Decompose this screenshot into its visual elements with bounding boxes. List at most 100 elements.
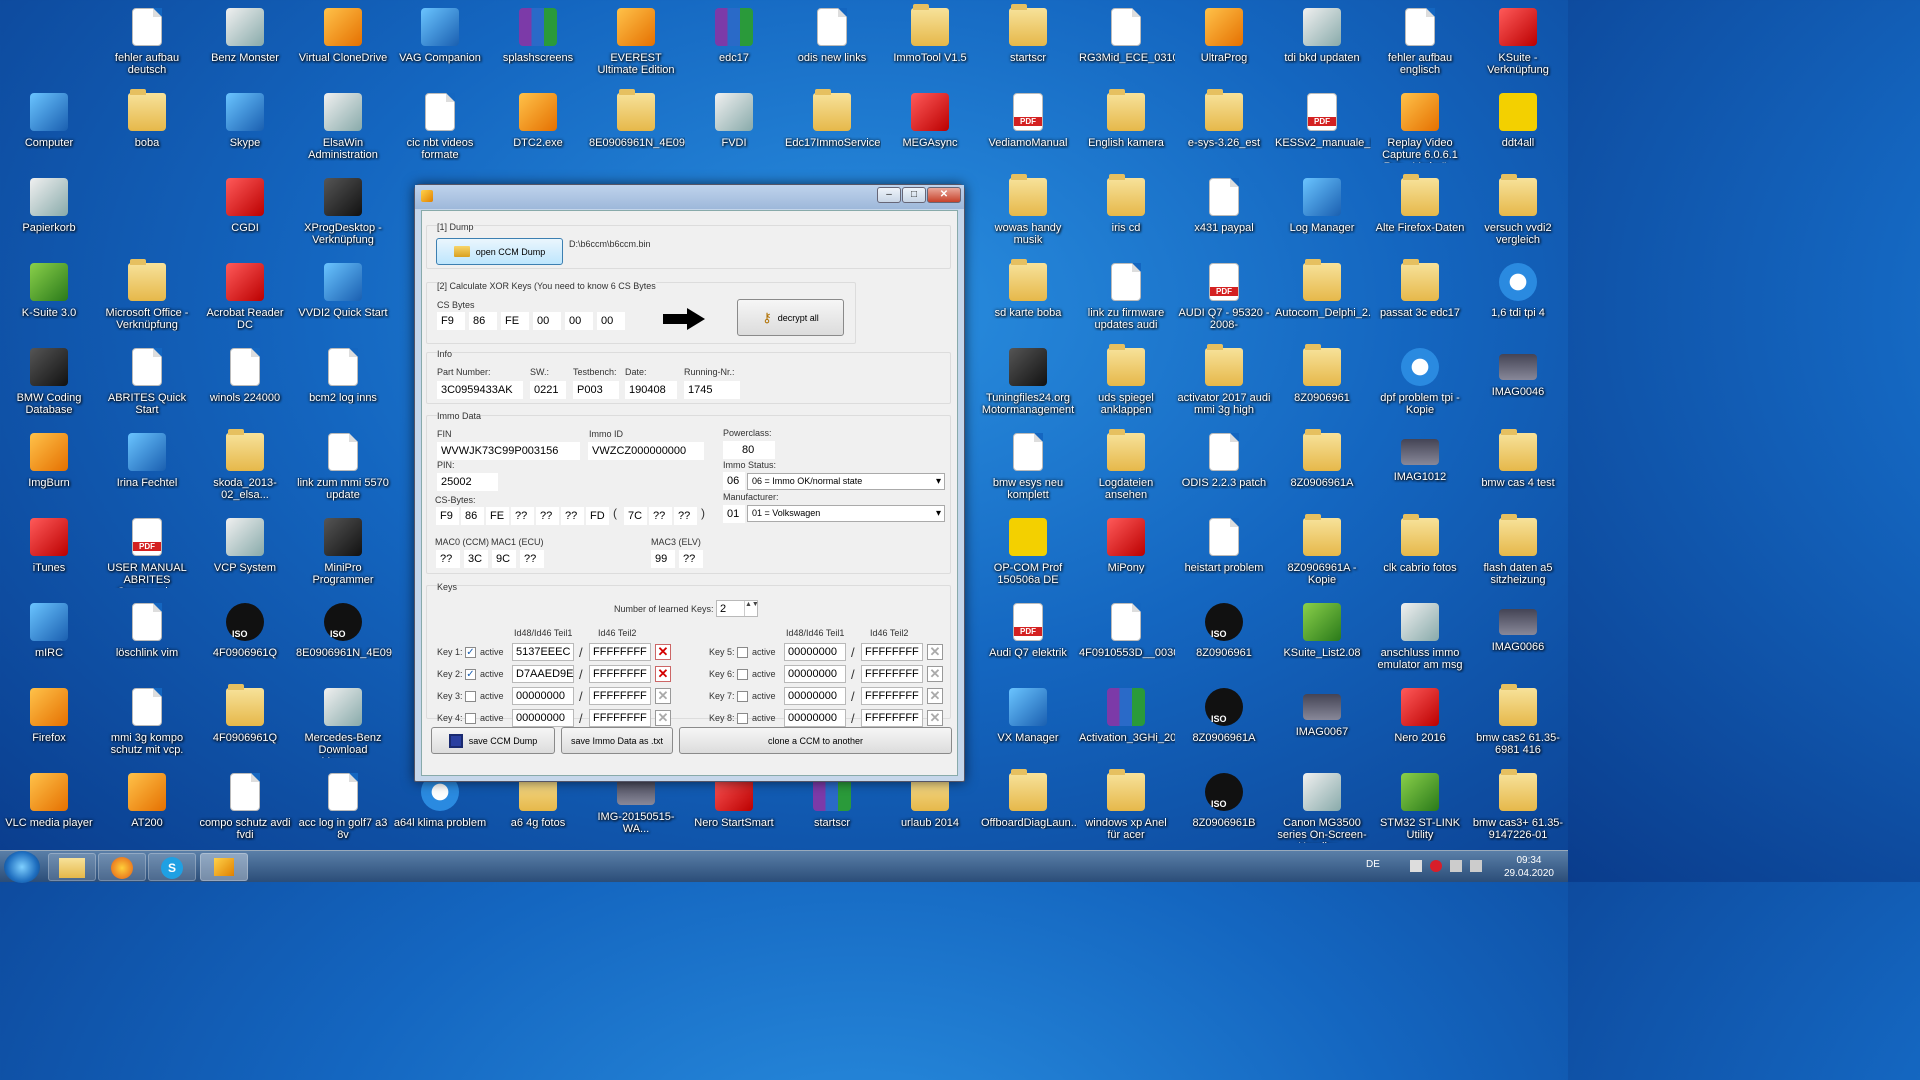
mac3-byte-field[interactable]: ?? (679, 550, 703, 568)
desktop-icon[interactable]: Papierkorb (0, 174, 98, 259)
key-teil2-field[interactable]: FFFFFFFF (589, 709, 651, 727)
desktop-icon[interactable]: VX Manager (979, 684, 1077, 769)
desktop-icon[interactable]: 8E0906961N_4E090... (294, 599, 392, 684)
delete-key-icon[interactable]: ✕ (655, 688, 671, 704)
desktop-icon[interactable]: heistart problem (1175, 514, 1273, 599)
key-teil2-field[interactable]: FFFFFFFF (861, 665, 923, 683)
cs-byte-field[interactable]: F9 (437, 312, 465, 330)
desktop-icon[interactable]: AUDI Q7 - 95320 - 2008- (1175, 259, 1273, 344)
network-tray-icon[interactable] (1450, 860, 1462, 872)
immo-cs-byte-field[interactable]: ?? (561, 507, 584, 525)
desktop-icon[interactable]: link zum mmi 5570 update (294, 429, 392, 514)
cs-byte-field[interactable]: 00 (565, 312, 593, 330)
desktop-icon[interactable]: IMAG0067 (1273, 684, 1371, 769)
fin-field[interactable]: WVWJK73C99P003156 (437, 442, 580, 460)
key-teil1-field[interactable]: 00000000 (784, 643, 846, 661)
immo-cs-byte-field[interactable]: ?? (536, 507, 559, 525)
desktop-icon[interactable]: Skype (196, 89, 294, 174)
immo-status-code[interactable]: 06 (723, 472, 745, 490)
desktop-icon[interactable]: Edc17ImmoService.... (783, 89, 881, 174)
explorer-taskbar-icon[interactable] (48, 853, 96, 881)
desktop-icon[interactable]: English kamera (1077, 89, 1175, 174)
desktop-icon[interactable]: ABRITES Quick Start (98, 344, 196, 429)
mac-byte-field[interactable]: ?? (520, 550, 544, 568)
desktop-icon[interactable]: OP-COM Prof 150506a DE (979, 514, 1077, 599)
desktop-icon[interactable]: 4F0906961Q (196, 684, 294, 769)
desktop-icon[interactable]: mmi 3g kompo schutz mit vcp. (98, 684, 196, 769)
mac-byte-field[interactable]: 9C (492, 550, 516, 568)
key-active-checkbox[interactable]: ✓ (465, 669, 476, 680)
manufacturer-code[interactable]: 01 (723, 505, 745, 523)
key-active-checkbox[interactable] (737, 713, 748, 724)
desktop-icon[interactable]: 8Z0906961A - Kopie (1273, 514, 1371, 599)
desktop-icon[interactable]: fehler aufbau englisch (1371, 4, 1469, 89)
desktop-icon[interactable]: VAG Companion (391, 4, 489, 89)
desktop-icon[interactable]: KSuite_List2.08 (1273, 599, 1371, 684)
key-teil1-field[interactable]: 00000000 (512, 687, 574, 705)
desktop-icon[interactable]: 8Z0906961A (1175, 684, 1273, 769)
mac-byte-field[interactable]: ?? (436, 550, 460, 568)
desktop-icon[interactable]: sd karte boba (979, 259, 1077, 344)
desktop-icon[interactable]: x431 paypal (1175, 174, 1273, 259)
desktop-icon[interactable]: Canon MG3500 series On-Screen-Handbu... (1273, 769, 1371, 854)
desktop-icon[interactable]: Activation_3GHi_20... (1077, 684, 1175, 769)
desktop-icon[interactable]: Nero 2016 (1371, 684, 1469, 769)
desktop-icon[interactable]: link zu firmware updates audi (1077, 259, 1175, 344)
desktop-icon[interactable]: MEGAsync (881, 89, 979, 174)
key-teil1-field[interactable]: 00000000 (784, 665, 846, 683)
desktop-icon[interactable]: bmw cas3+ 61.35-9147226-01 (1469, 769, 1567, 854)
desktop-icon[interactable]: Tuningfiles24.org Motormanagement (979, 344, 1077, 429)
desktop-icon[interactable]: iris cd (1077, 174, 1175, 259)
immo-cs-byte-field[interactable]: ?? (674, 507, 697, 525)
save-immo-data-button[interactable]: save Immo Data as .txt (561, 727, 673, 754)
desktop-icon[interactable]: ODIS 2.2.3 patch (1175, 429, 1273, 514)
desktop-icon[interactable]: IMAG0066 (1469, 599, 1567, 684)
desktop-icon[interactable]: bmw esys neu komplett (979, 429, 1077, 514)
delete-key-icon[interactable]: ✕ (655, 710, 671, 726)
immo-cs-byte-field[interactable]: ?? (649, 507, 672, 525)
close-button[interactable]: ✕ (927, 187, 961, 203)
immo-status-select[interactable]: 06 = Immo OK/normal state (747, 473, 945, 490)
title-bar[interactable]: ‒ □ ✕ (415, 185, 964, 209)
desktop-icon[interactable]: odis new links (783, 4, 881, 89)
desktop-icon[interactable]: Microsoft Office - Verknüpfung (98, 259, 196, 344)
sw-field[interactable]: 0221 (530, 381, 566, 399)
key-teil2-field[interactable]: FFFFFFFF (861, 687, 923, 705)
desktop-icon[interactable]: Logdateien ansehen (1077, 429, 1175, 514)
desktop-icon[interactable]: Audi Q7 elektrik (979, 599, 1077, 684)
delete-key-icon[interactable]: ✕ (655, 644, 671, 660)
desktop-icon[interactable]: anschluss immo emulator am msg ... (1371, 599, 1469, 684)
desktop-icon[interactable]: passat 3c edc17 (1371, 259, 1469, 344)
cs-byte-field[interactable]: 00 (533, 312, 561, 330)
desktop-icon[interactable]: ImgBurn (0, 429, 98, 514)
desktop-icon[interactable]: bmw cas2 61.35-6981 416 (1469, 684, 1567, 769)
key-teil2-field[interactable]: FFFFFFFF (589, 687, 651, 705)
maximize-button[interactable]: □ (902, 187, 926, 203)
desktop-icon[interactable]: tdi bkd updaten (1273, 4, 1371, 89)
desktop-icon[interactable]: MiniPro Programmer (294, 514, 392, 599)
spinner-arrows-icon[interactable]: ▲▼ (744, 601, 759, 616)
desktop-icon[interactable]: DTC2.exe (489, 89, 587, 174)
desktop-icon[interactable]: Computer (0, 89, 98, 174)
desktop-icon[interactable]: dpf problem tpi - Kopie (1371, 344, 1469, 429)
desktop-icon[interactable]: splashscreens (489, 4, 587, 89)
desktop-icon[interactable]: VVDI2 Quick Start (294, 259, 392, 344)
desktop-icon[interactable]: versuch vvdi2 vergleich (1469, 174, 1567, 259)
desktop-icon[interactable]: 4F0910553D__0030.... (1077, 599, 1175, 684)
desktop-icon[interactable]: wowas handy musik (979, 174, 1077, 259)
mac3-byte-field[interactable]: 99 (651, 550, 675, 568)
desktop-icon[interactable]: IMAG1012 (1371, 429, 1469, 514)
desktop-icon[interactable]: IMAG0046 (1469, 344, 1567, 429)
key-teil1-field[interactable]: D7AAED9E (512, 665, 574, 683)
desktop-icon[interactable]: RG3Mid_ECE_0310.... (1077, 4, 1175, 89)
desktop-icon[interactable]: windows xp Anel für acer (1077, 769, 1175, 854)
key-active-checkbox[interactable] (737, 669, 748, 680)
clock[interactable]: 09:34 29.04.2020 (1504, 854, 1554, 880)
desktop-icon[interactable]: ddt4all (1469, 89, 1567, 174)
clone-ccm-button[interactable]: clone a CCM to another (679, 727, 952, 754)
desktop-icon[interactable]: mIRC (0, 599, 98, 684)
desktop-icon[interactable]: 1,6 tdi tpi 4 (1469, 259, 1567, 344)
skype-taskbar-icon[interactable]: S (148, 853, 196, 881)
part-number-field[interactable]: 3C0959433AK (437, 381, 523, 399)
desktop-icon[interactable]: 8Z0906961 (1273, 344, 1371, 429)
